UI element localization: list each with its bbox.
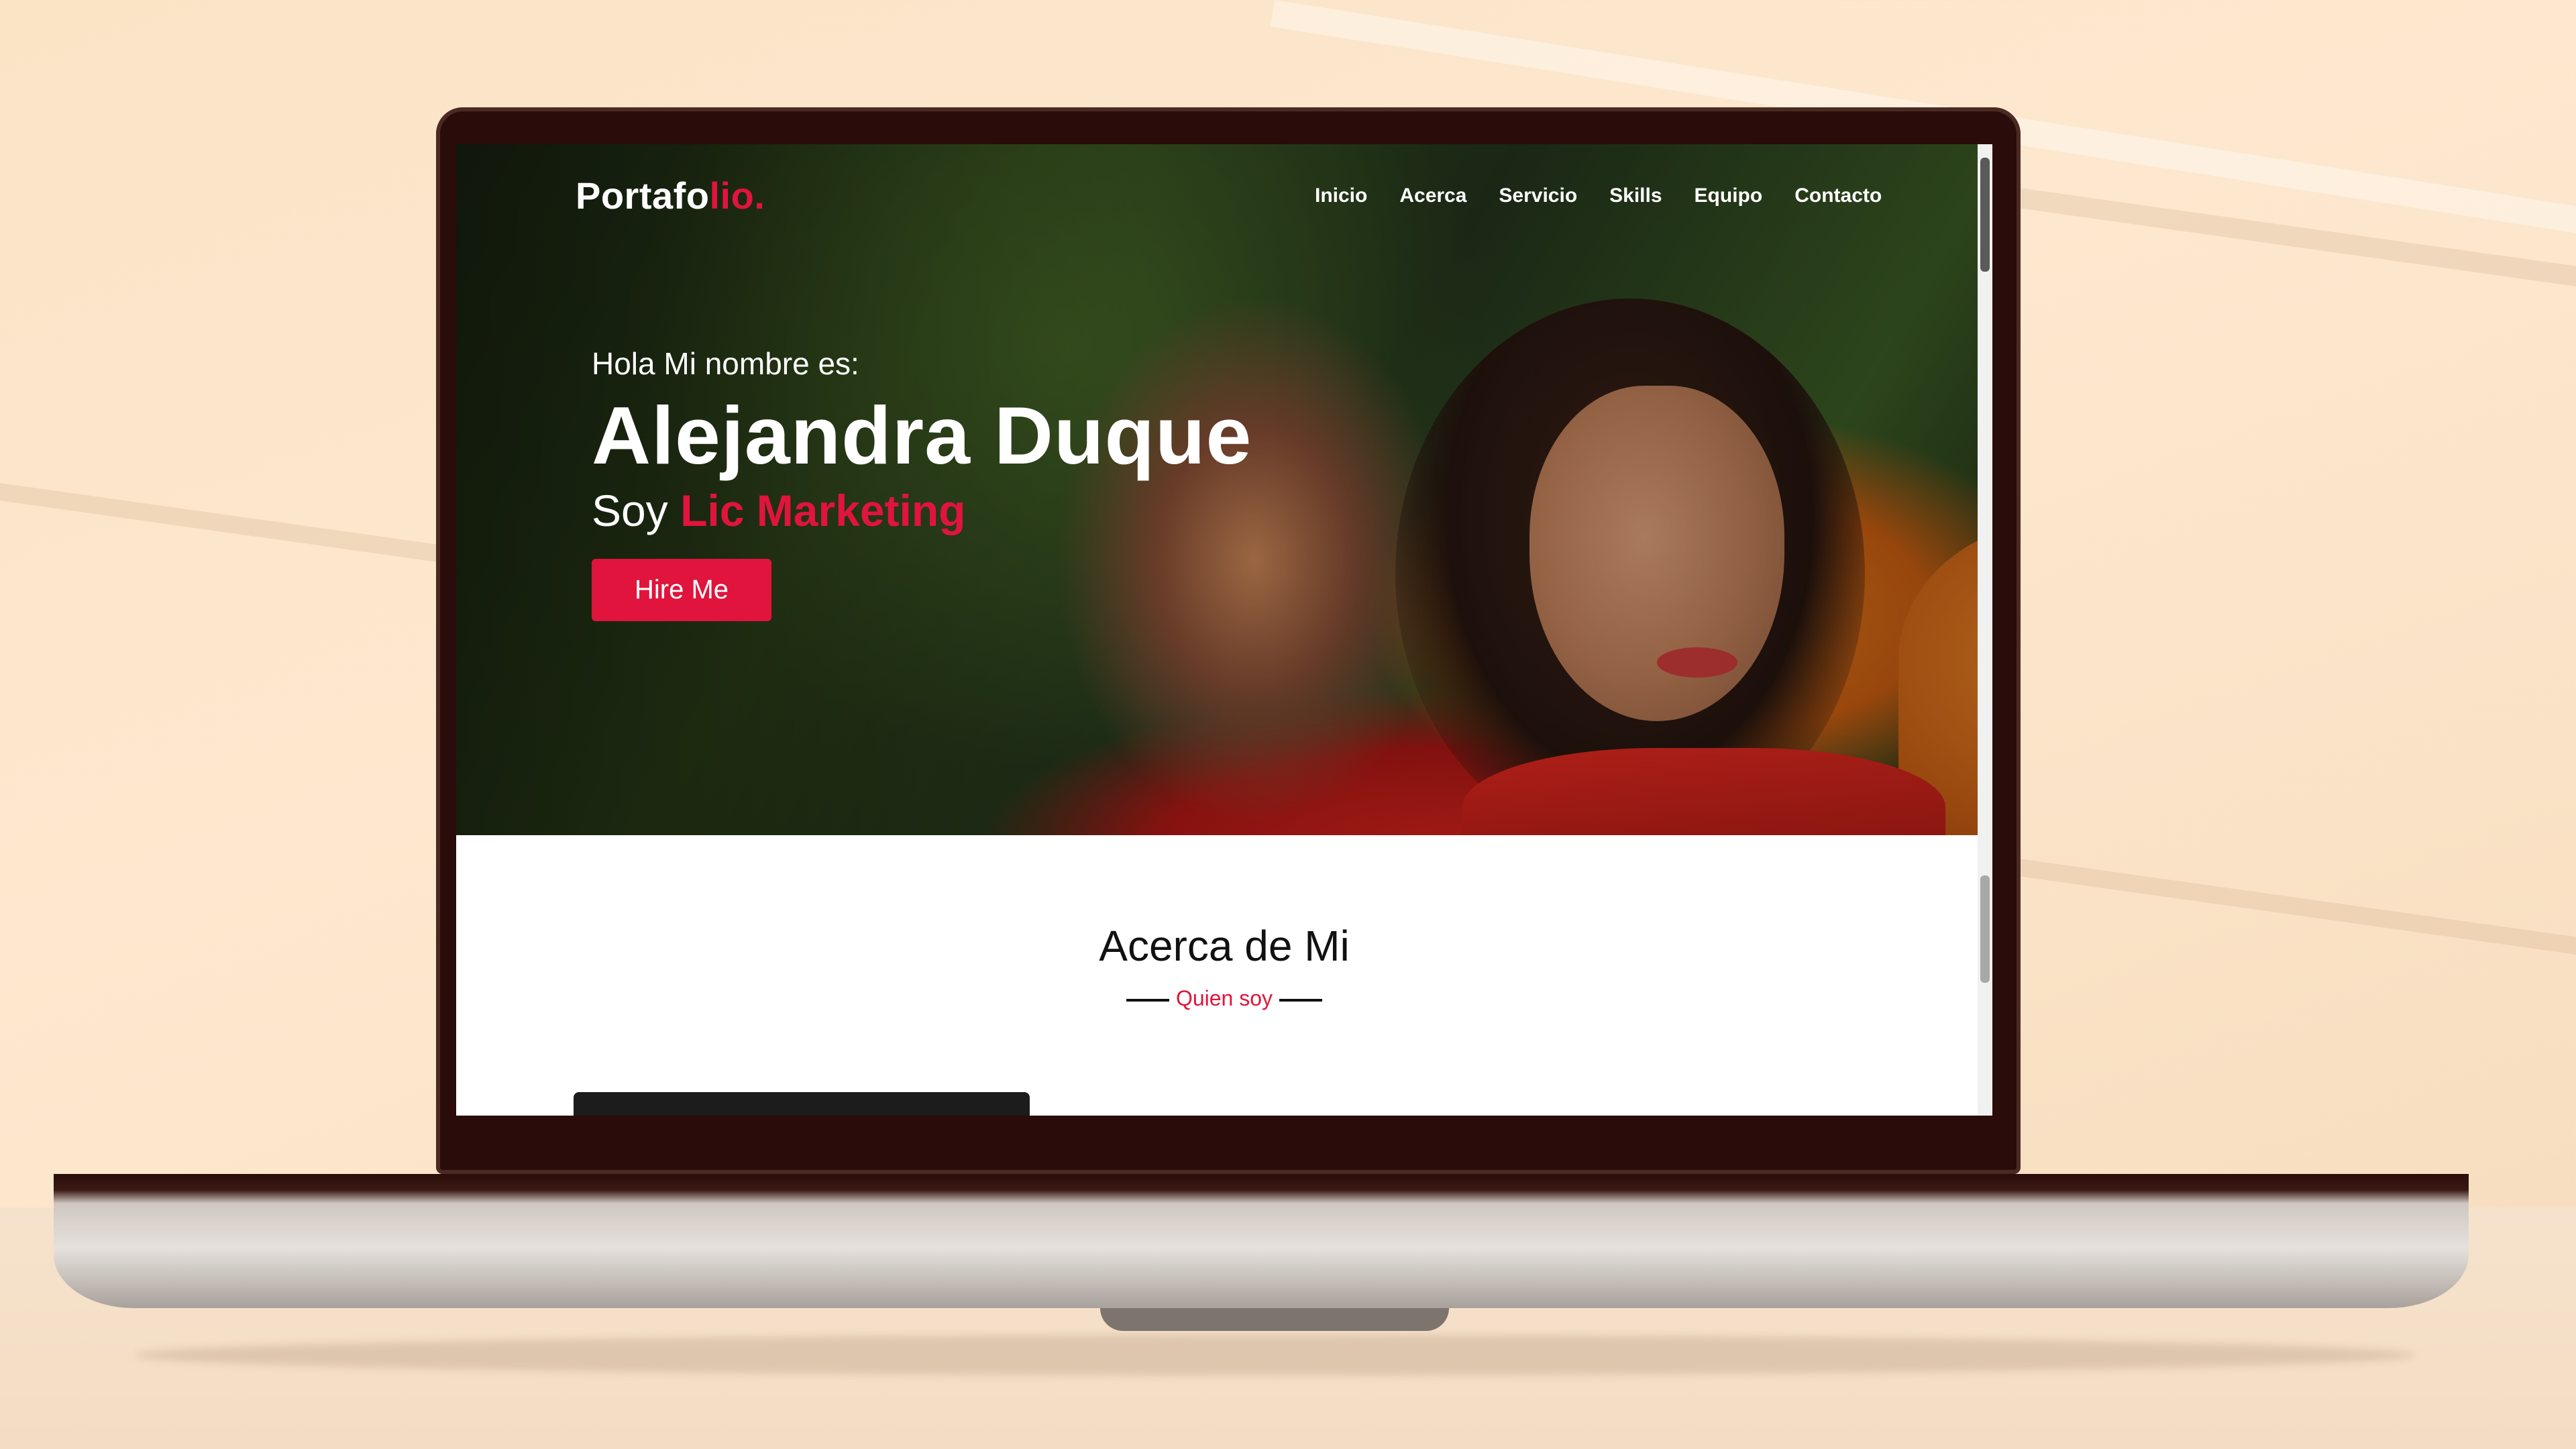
nav-item-equipo[interactable]: Equipo [1695, 184, 1763, 207]
laptop-notch [1100, 1308, 1449, 1331]
scrollbar-thumb[interactable] [1980, 875, 1990, 983]
hero-photo-hair [1395, 299, 1865, 835]
hero-role: Soy Lic Marketing [592, 485, 1252, 536]
top-navbar: Portafolio. Inicio Acerca Servicio Skill… [456, 144, 1992, 252]
nav-item-acerca[interactable]: Acerca [1399, 184, 1466, 207]
subtitle-line-right [1279, 998, 1323, 1002]
laptop-base [54, 1174, 2469, 1308]
laptop-screen: Portafolio. Inicio Acerca Servicio Skill… [456, 144, 1992, 1116]
hero-role-prefix: Soy [592, 486, 668, 535]
about-subtitle: Quien soy [456, 986, 1992, 1011]
about-subtitle-text: Quien soy [1175, 986, 1273, 1010]
hero-photo-sweater [1462, 748, 1945, 835]
shadow-band [2017, 859, 2576, 961]
shadow-band [0, 483, 466, 566]
nav-item-servicio[interactable]: Servicio [1499, 184, 1577, 207]
logo-accent-text: lio. [709, 174, 765, 217]
nav-item-skills[interactable]: Skills [1609, 184, 1662, 207]
hero-role-highlight: Lic Marketing [680, 486, 966, 535]
laptop-shadow [134, 1335, 2415, 1375]
nav-menu: Inicio Acerca Servicio Skills Equipo Con… [1315, 184, 1882, 207]
page-scrollbar[interactable] [1978, 144, 1992, 1116]
hero-section: Portafolio. Inicio Acerca Servicio Skill… [456, 144, 1992, 835]
about-section: Acerca de Mi Quien soy [456, 835, 1992, 1116]
scrollbar-thumb-hero[interactable] [1980, 158, 1990, 272]
logo-main-text: Portafo [576, 174, 710, 217]
hero-intro: Hola Mi nombre es: Alejandra Duque Soy L… [592, 345, 1252, 621]
site-logo[interactable]: Portafolio. [576, 174, 765, 217]
hero-greeting: Hola Mi nombre es: [592, 346, 859, 381]
nav-item-contacto[interactable]: Contacto [1794, 184, 1882, 207]
hero-photo-face [1529, 386, 1784, 721]
hire-me-button[interactable]: Hire Me [592, 559, 772, 621]
hero-photo-lips [1657, 647, 1737, 678]
about-image [574, 1092, 1030, 1116]
nav-item-inicio[interactable]: Inicio [1315, 184, 1367, 207]
about-title: Acerca de Mi [1099, 922, 1350, 970]
subtitle-line-left [1126, 998, 1169, 1002]
hero-name: Alejandra Duque [592, 390, 1252, 481]
